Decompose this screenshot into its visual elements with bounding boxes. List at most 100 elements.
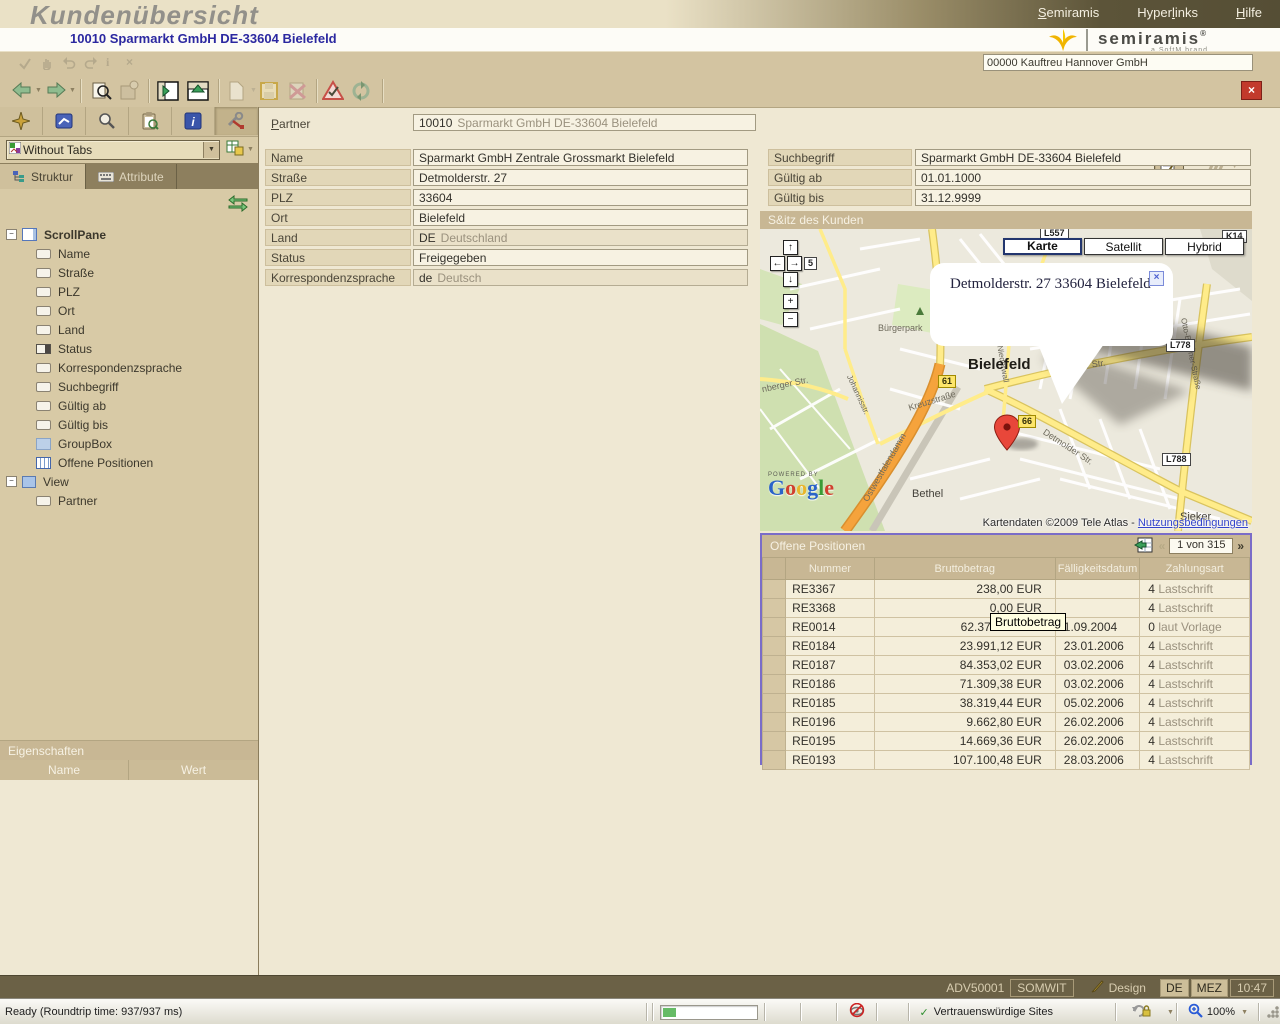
strasse-field[interactable]: Detmolderstr. 27 xyxy=(413,169,748,186)
tree-item-scrollpane[interactable]: −ScrollPane xyxy=(0,225,258,244)
refresh-button[interactable] xyxy=(350,80,372,102)
refresh-protection-icon[interactable] xyxy=(1119,1003,1165,1021)
layout-dropdown-icon[interactable]: ▼ xyxy=(247,146,254,153)
back-button[interactable] xyxy=(12,82,32,98)
zoom-dropdown-icon[interactable]: ▼ xyxy=(1241,1009,1248,1016)
tree-item-strasse[interactable]: Straße xyxy=(0,263,258,282)
menu-semiramis[interactable]: Semiramis xyxy=(1038,5,1099,20)
tab-tools-icon[interactable] xyxy=(215,107,258,135)
view-selector-combobox[interactable]: Without Tabs ▼ xyxy=(6,140,220,160)
info-icon[interactable]: i xyxy=(106,55,109,70)
table-row[interactable]: RE019514.669,36 EUR26.02.20064 Lastschri… xyxy=(763,732,1250,751)
tree-item-name[interactable]: Name xyxy=(0,244,258,263)
tree-item-plz[interactable]: PLZ xyxy=(0,282,258,301)
properties-col-value[interactable]: Wert xyxy=(129,760,258,780)
tree-item-korrespondenzsprache[interactable]: Korrespondenzsprache xyxy=(0,358,258,377)
hand-icon[interactable] xyxy=(40,56,54,70)
pan-left-button[interactable]: ← xyxy=(770,256,785,271)
new-document-button[interactable] xyxy=(226,80,246,102)
status-language[interactable]: DE xyxy=(1160,979,1189,997)
collapse-icon[interactable]: − xyxy=(6,476,17,487)
tree-item-status[interactable]: Status xyxy=(0,339,258,358)
organization-input[interactable] xyxy=(983,54,1253,71)
tree-item-gueltig-bis[interactable]: Gültig bis xyxy=(0,415,258,434)
confirm-icon[interactable] xyxy=(18,56,32,70)
layout-save-button[interactable] xyxy=(226,140,244,159)
map-type-karte-button[interactable]: Karte xyxy=(1003,238,1082,255)
menu-hyperlinks[interactable]: Hyperlinks xyxy=(1137,5,1198,20)
protection-dropdown-icon[interactable]: ▼ xyxy=(1167,1009,1174,1016)
name-field[interactable]: Sparmarkt GmbH Zentrale Grossmarkt Biele… xyxy=(413,149,748,166)
row-selector-header[interactable] xyxy=(763,558,786,580)
resize-grip[interactable] xyxy=(1266,1005,1280,1019)
col-faelligkeitsdatum[interactable]: Fälligkeitsdatum xyxy=(1055,558,1140,580)
new-dropdown-icon[interactable]: ▼ xyxy=(250,87,257,94)
tree-item-view[interactable]: −View xyxy=(0,472,258,491)
pan-up-button[interactable]: ↑ xyxy=(783,240,798,255)
partner-field[interactable]: 10010Sparmarkt GmbH DE-33604 Bielefeld xyxy=(413,114,756,131)
tab-struktur[interactable]: Struktur xyxy=(0,164,86,189)
zoom-level[interactable]: 100% xyxy=(1207,1006,1235,1018)
table-row[interactable]: RE018671.309,38 EUR03.02.20064 Lastschri… xyxy=(763,675,1250,694)
table-row[interactable]: RE018423.991,12 EUR23.01.20064 Lastschri… xyxy=(763,637,1250,656)
pager-next-icon[interactable]: » xyxy=(1237,539,1244,553)
tab-clipboard-icon[interactable] xyxy=(129,107,172,135)
view-selector-dropdown-icon[interactable]: ▼ xyxy=(203,142,219,158)
gueltig-bis-field[interactable]: 31.12.9999 xyxy=(915,189,1251,206)
tab-attribute[interactable]: Attribute xyxy=(86,164,177,189)
gueltig-ab-field[interactable]: 01.01.1000 xyxy=(915,169,1251,186)
tree-item-suchbegriff[interactable]: Suchbegriff xyxy=(0,377,258,396)
tab-search-icon[interactable] xyxy=(86,107,129,135)
suchbegriff-field[interactable]: Sparmarkt GmbH DE-33604 Bielefeld xyxy=(915,149,1251,166)
preview-button[interactable] xyxy=(90,80,112,102)
table-row[interactable]: RE018784.353,02 EUR03.02.20064 Lastschri… xyxy=(763,656,1250,675)
cancel-icon[interactable]: × xyxy=(126,55,133,69)
tab-editor-icon[interactable] xyxy=(43,107,86,135)
korrespondenzsprache-field[interactable]: deDeutsch xyxy=(413,269,748,286)
pan-right-button[interactable]: → xyxy=(787,256,802,271)
col-zahlungsart[interactable]: Zahlungsart xyxy=(1140,558,1250,580)
table-row[interactable]: RE3367238,00 EUR4 Lastschrift xyxy=(763,580,1250,599)
col-nummer[interactable]: Nummer xyxy=(786,558,875,580)
zoom-out-button[interactable]: − xyxy=(783,312,798,327)
delete-button[interactable] xyxy=(286,80,308,102)
menu-hilfe[interactable]: Hilfe xyxy=(1236,5,1262,20)
forward-dropdown-icon[interactable]: ▼ xyxy=(69,87,76,94)
status-field[interactable]: Freigegeben xyxy=(413,249,748,266)
table-row[interactable]: RE0193107.100,48 EUR28.03.20064 Lastschr… xyxy=(763,751,1250,770)
dock-left-button[interactable] xyxy=(156,80,180,102)
map-type-satellit-button[interactable]: Satellit xyxy=(1084,238,1163,255)
validate-button[interactable] xyxy=(322,80,344,102)
save-button[interactable] xyxy=(258,80,280,102)
pan-down-button[interactable]: ↓ xyxy=(783,272,798,287)
ort-field[interactable]: Bielefeld xyxy=(413,209,748,226)
google-logo[interactable]: POWERED BY Google xyxy=(768,472,834,498)
redo-icon[interactable] xyxy=(84,56,98,70)
back-dropdown-icon[interactable]: ▼ xyxy=(35,87,42,94)
collapse-icon[interactable]: − xyxy=(6,229,17,240)
tree-item-offene-positionen[interactable]: Offene Positionen xyxy=(0,453,258,472)
swap-icon[interactable] xyxy=(228,195,248,215)
nutzungsbedingungen-link[interactable]: Nutzungsbedingungen xyxy=(1138,517,1248,529)
map-type-hybrid-button[interactable]: Hybrid xyxy=(1165,238,1244,255)
privacy-icon[interactable] xyxy=(840,1003,874,1021)
plz-field[interactable]: 33604 xyxy=(413,189,748,206)
tree-item-land[interactable]: Land xyxy=(0,320,258,339)
table-row[interactable]: RE018538.319,44 EUR05.02.20064 Lastschri… xyxy=(763,694,1250,713)
tree-item-partner[interactable]: Partner xyxy=(0,491,258,510)
bubble-close-icon[interactable]: × xyxy=(1149,271,1164,286)
tree-item-gueltig-ab[interactable]: Gültig ab xyxy=(0,396,258,415)
land-field[interactable]: DEDeutschland xyxy=(413,229,748,246)
security-zone-text[interactable]: Vertrauenswürdige Sites xyxy=(934,1006,1053,1018)
col-bruttobetrag[interactable]: Bruttobetrag xyxy=(874,558,1055,580)
tab-new-icon[interactable] xyxy=(0,107,43,135)
table-row[interactable]: RE01969.662,80 EUR26.02.20064 Lastschrif… xyxy=(763,713,1250,732)
tab-info-icon[interactable]: i xyxy=(172,107,215,135)
undo-icon[interactable] xyxy=(62,56,76,70)
zoom-in-button[interactable]: + xyxy=(783,294,798,309)
save-note-button[interactable] xyxy=(118,80,140,102)
dock-top-button[interactable] xyxy=(186,80,210,102)
close-window-button[interactable]: × xyxy=(1241,81,1262,100)
pager-position[interactable]: 1 von 315 xyxy=(1169,538,1233,554)
tree-item-groupbox[interactable]: GroupBox xyxy=(0,434,258,453)
